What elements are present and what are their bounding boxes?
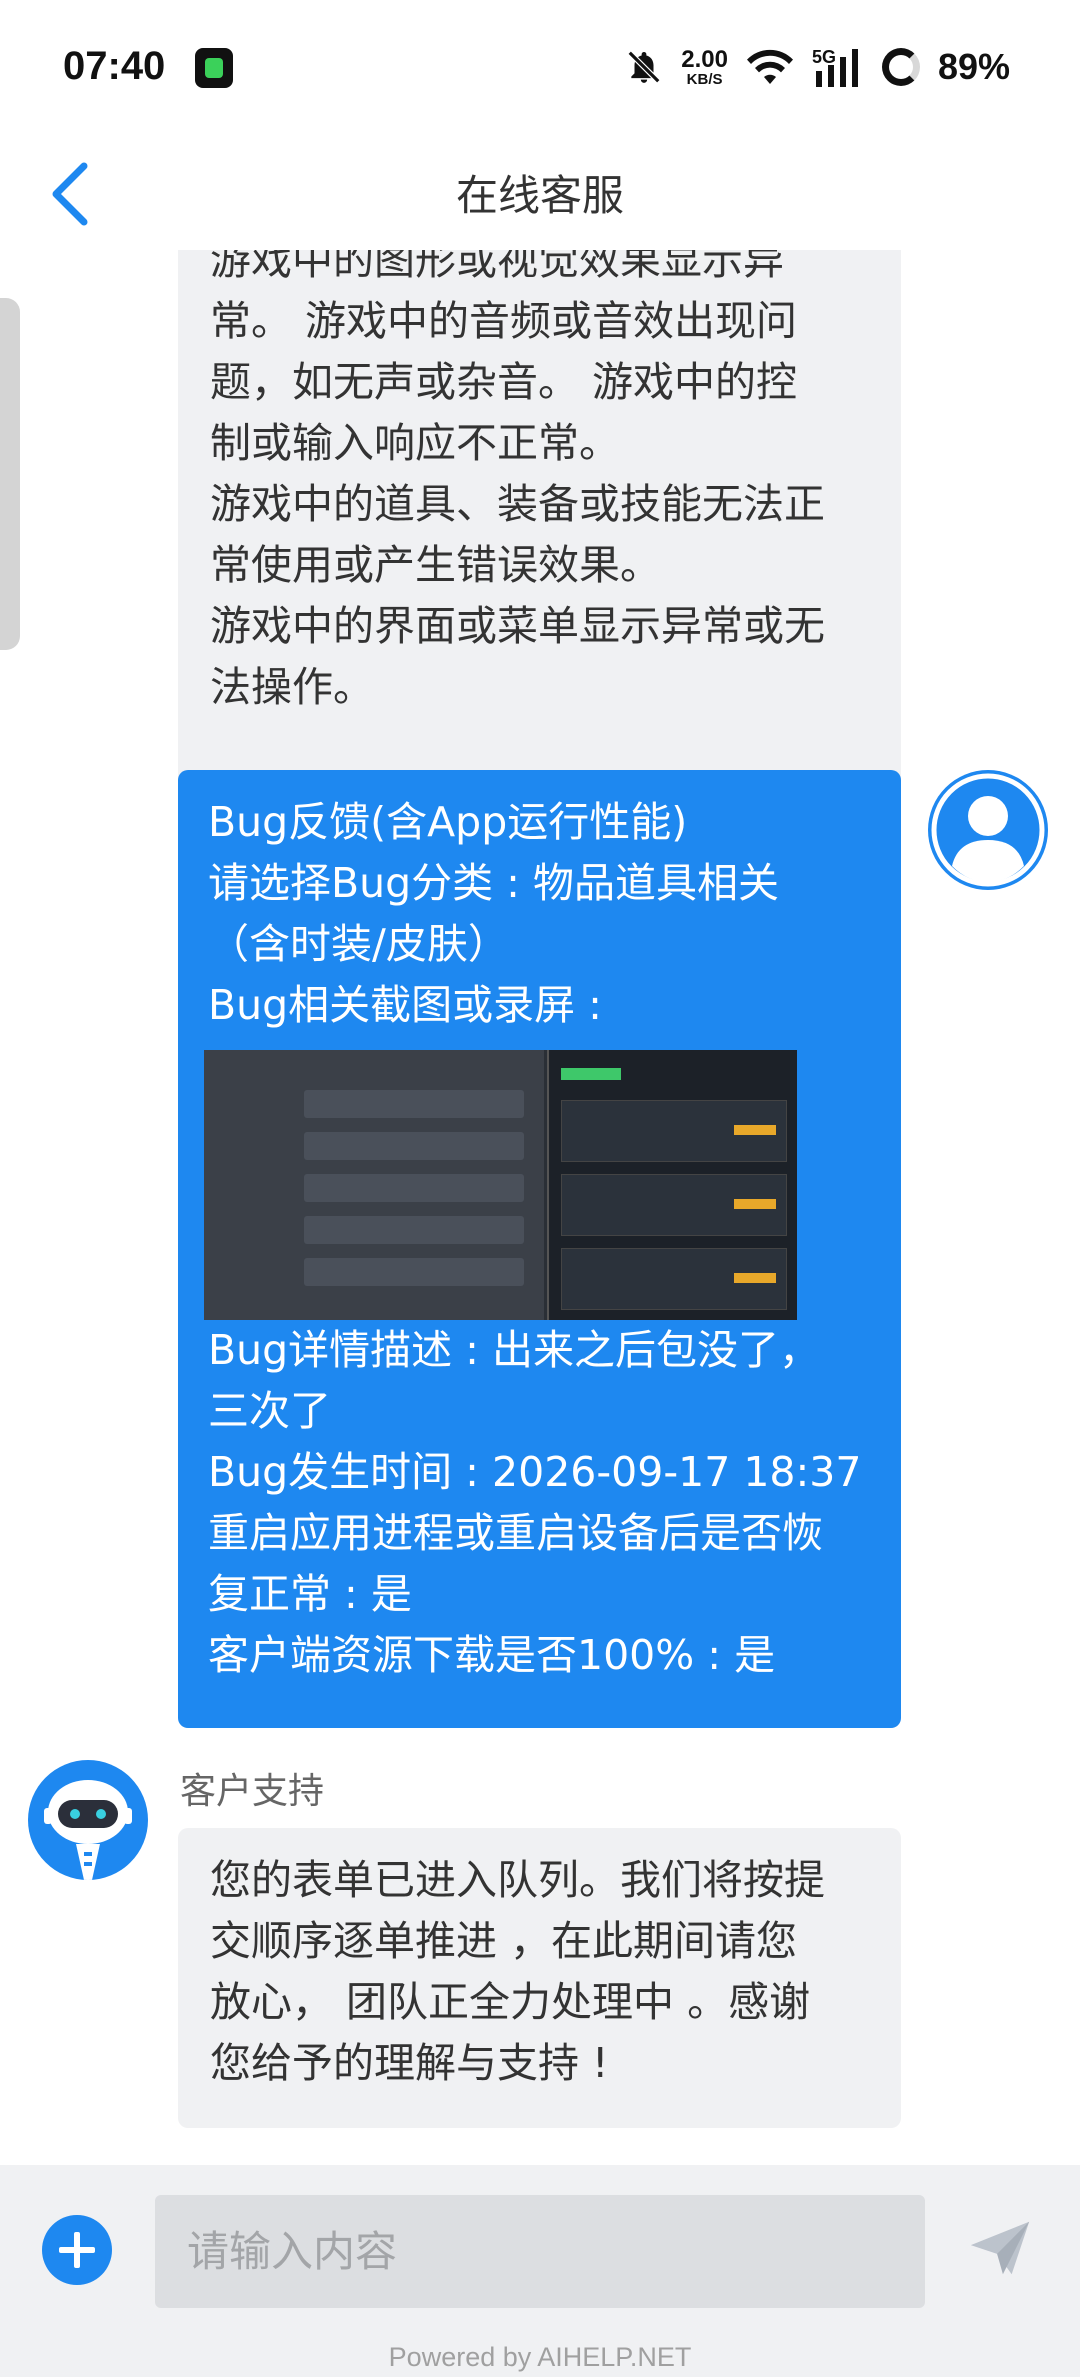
page-title: 在线客服: [455, 171, 624, 220]
message-line: 制或输入响应不正常。: [210, 419, 620, 467]
message-line: 交顺序逐单推进 ，在此期间请您: [210, 1917, 798, 1965]
net-speed-value: 2.00: [681, 45, 728, 73]
user-avatar[interactable]: [928, 770, 1048, 890]
status-time: 07:40: [63, 44, 166, 88]
form-download: 客户端资源下载是否100% : 是: [208, 1631, 776, 1679]
form-category: 请选择Bug分类 : 物品道具相关: [208, 859, 780, 907]
robot-icon: [44, 1780, 132, 1880]
form-restart: 重启应用进程或重启设备后是否恢: [208, 1509, 823, 1557]
message-bubble-user: Bug反馈(含App运行性能) 请选择Bug分类 : 物品道具相关 （含时装/皮…: [178, 770, 901, 1728]
message-line: 游戏中的图形或视觉效果显示异: [210, 250, 784, 284]
add-attachment-button[interactable]: [42, 2215, 112, 2285]
header: 在线客服: [0, 140, 1080, 250]
net-speed: 2.00 KB/S: [681, 45, 728, 88]
message-line: 您的表单已进入队列。我们将按提: [210, 1856, 825, 1904]
form-screenshot-label: Bug相关截图或录屏 :: [208, 981, 602, 1029]
attached-screenshot[interactable]: [204, 1050, 797, 1320]
form-detail: Bug详情描述 : 出来之后包没了，: [208, 1326, 821, 1374]
message-line: 法操作。: [210, 663, 374, 711]
screenshot-result-panel: [547, 1050, 797, 1320]
message-line: 游戏中的道具、装备或技能无法正: [210, 480, 825, 528]
message-line: 题，如无声或杂音。 游戏中的控: [210, 358, 798, 406]
status-icons: 2.00 KB/S 5G 89%: [625, 46, 1010, 88]
form-category-cont: （含时装/皮肤）: [208, 920, 509, 968]
form-restart-cont: 复正常 : 是: [208, 1570, 412, 1618]
battery-percent: 89%: [937, 46, 1010, 87]
user-avatar-icon: [931, 773, 1045, 887]
message-line: 放心， 团队正全力处理中 。感谢: [210, 1978, 811, 2026]
input-bar: Powered by AIHELP.NET: [0, 2165, 1080, 2377]
network-type-label: 5G: [812, 47, 836, 67]
form-detail-cont: 三次了: [208, 1387, 331, 1435]
net-speed-unit: KB/S: [686, 70, 723, 88]
send-button[interactable]: [965, 2213, 1035, 2283]
message-line: 常使用或产生错误效果。: [210, 541, 661, 589]
form-title: Bug反馈(含App运行性能): [208, 798, 688, 846]
app-notification-icon: [195, 48, 233, 88]
battery-icon: [881, 48, 920, 86]
form-time: Bug发生时间 : 2026-09-17 18:37: [208, 1448, 862, 1496]
signal-5g-icon: 5G: [812, 47, 858, 87]
message-line: 您给予的理解与支持 !: [210, 2039, 609, 2087]
message-line: 常。 游戏中的音频或音效出现问: [210, 297, 798, 345]
chat-area[interactable]: 游戏中的图形或视觉效果显示异 常。 游戏中的音频或音效出现问 题，如无声或杂音。…: [0, 250, 1080, 2165]
screenshot-game-list: [204, 1050, 544, 1320]
message-line: 游戏中的界面或菜单显示异常或无: [210, 602, 825, 650]
send-icon: [970, 2221, 1030, 2275]
bot-avatar: [28, 1760, 148, 1880]
powered-by: Powered by AIHELP.NET: [388, 2342, 692, 2372]
wifi-icon: [746, 49, 793, 84]
message-bubble-bot: 您的表单已进入队列。我们将按提 交顺序逐单推进 ，在此期间请您 放心， 团队正全…: [178, 1828, 901, 2128]
message-input[interactable]: [155, 2195, 925, 2308]
mute-bell-icon: [628, 50, 661, 84]
side-scroll-handle[interactable]: [0, 298, 20, 650]
status-bar: 07:40 2.00 KB/S 5G 89%: [0, 0, 1080, 140]
sender-name: 客户支持: [180, 1771, 325, 1812]
